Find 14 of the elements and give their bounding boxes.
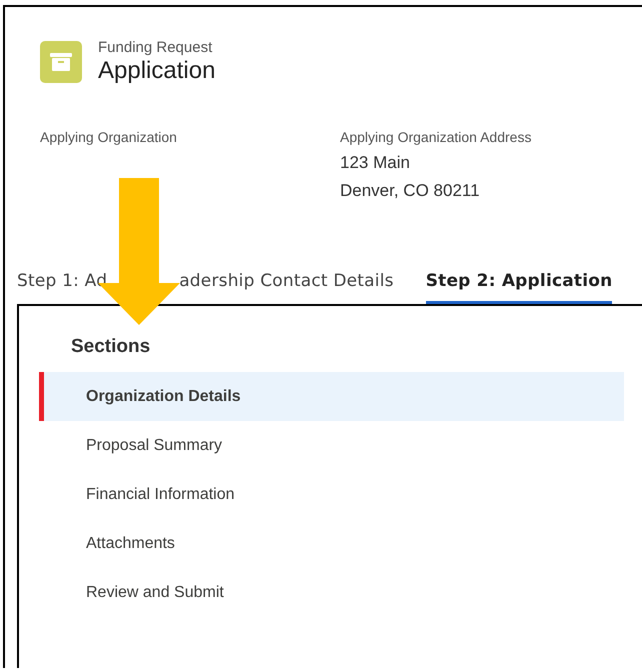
archive-box-icon: [40, 41, 82, 83]
field-label: Applying Organization Address: [340, 129, 532, 145]
page-title: Application: [98, 57, 216, 85]
section-item[interactable]: Attachments: [39, 519, 624, 568]
sections-heading: Sections: [70, 336, 152, 358]
tab[interactable]: Step 2: Application: [426, 267, 612, 304]
section-item[interactable]: Review and Submit: [39, 568, 624, 617]
section-item[interactable]: Financial Information: [39, 470, 624, 519]
section-item[interactable]: Organization Details: [39, 372, 624, 421]
field-value: 123 Main: [340, 152, 411, 174]
field-value: Denver, CO 80211: [340, 180, 481, 202]
section-item[interactable]: Proposal Summary: [39, 421, 624, 470]
field-label: Applying Organization: [40, 129, 178, 145]
record-type: Funding Request: [98, 39, 214, 56]
